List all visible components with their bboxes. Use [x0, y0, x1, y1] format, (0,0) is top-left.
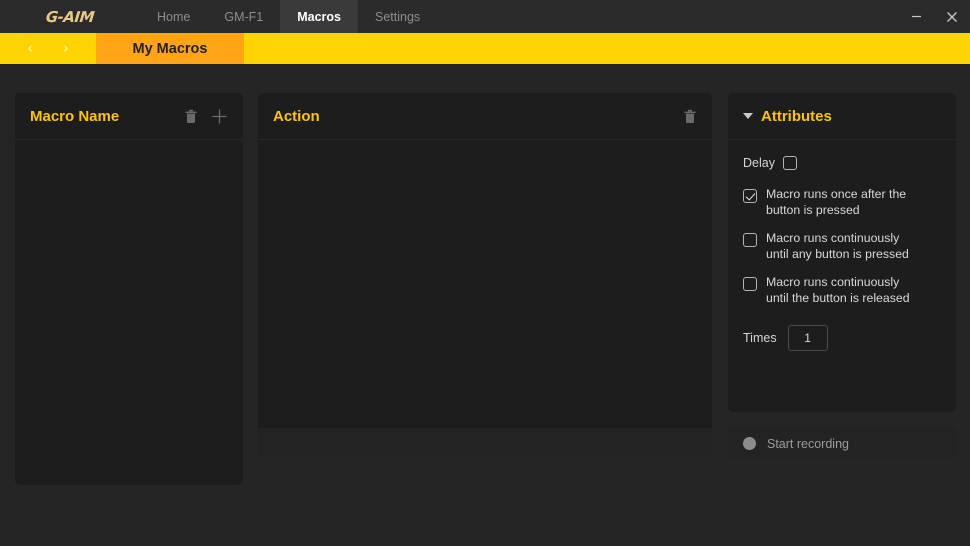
macro-name-header-actions [184, 108, 228, 125]
action-header-actions [683, 109, 697, 124]
close-button[interactable] [934, 0, 970, 33]
plus-icon[interactable] [211, 108, 228, 125]
action-panel: Action [258, 93, 712, 455]
times-row: Times [743, 325, 941, 351]
tab-settings[interactable]: Settings [358, 0, 437, 33]
window-controls [898, 0, 970, 33]
tab-macros[interactable]: Macros [280, 0, 359, 33]
delay-row: Delay [743, 156, 941, 170]
nav-arrows: ‹ › [0, 33, 96, 64]
title-bar: G-AIM Home GM-F1 Macros Settings [0, 0, 970, 33]
sub-nav-bar: ‹ › My Macros [0, 33, 970, 64]
subnav-tab-my-macros[interactable]: My Macros [96, 33, 244, 64]
attributes-title: Attributes [761, 107, 832, 125]
record-dot-icon [743, 437, 756, 450]
action-header: Action [258, 93, 712, 140]
option-run-once[interactable]: Macro runs once after the button is pres… [743, 187, 941, 218]
minimize-button[interactable] [898, 0, 934, 33]
delay-checkbox[interactable] [782, 156, 797, 170]
macro-name-title: Macro Name [30, 107, 120, 125]
start-recording-label: Start recording [767, 436, 849, 451]
action-title: Action [273, 107, 320, 125]
chevron-right-icon[interactable]: › [63, 41, 69, 56]
tab-home[interactable]: Home [140, 0, 207, 33]
option-run-once-checkbox[interactable] [743, 189, 757, 203]
main-nav-tabs: Home GM-F1 Macros Settings [140, 0, 437, 33]
tab-gm-f1[interactable]: GM-F1 [207, 0, 280, 33]
option-run-until-released-checkbox[interactable] [743, 277, 757, 291]
trash-icon[interactable] [683, 109, 697, 124]
option-run-until-any-button[interactable]: Macro runs continuously until any button… [743, 231, 941, 262]
chevron-left-icon[interactable]: ‹ [27, 41, 33, 56]
attributes-panel: Attributes Delay Macro runs once after t… [728, 93, 956, 412]
delay-label: Delay [743, 156, 775, 170]
action-footer-bar [258, 428, 712, 456]
option-run-once-label: Macro runs once after the button is pres… [766, 187, 907, 217]
times-label: Times [743, 331, 777, 345]
macro-name-header: Macro Name [15, 93, 243, 140]
app-logo: G-AIM [44, 7, 96, 26]
option-run-until-any-button-checkbox[interactable] [743, 233, 757, 247]
option-run-until-released[interactable]: Macro runs continuously until the button… [743, 275, 941, 306]
start-recording-button[interactable]: Start recording [728, 428, 956, 459]
attributes-body: Delay Macro runs once after the button i… [728, 140, 956, 351]
caret-down-icon[interactable] [743, 113, 753, 119]
times-input[interactable] [787, 325, 828, 351]
option-run-until-any-button-label: Macro runs continuously until any button… [766, 231, 909, 261]
trash-icon[interactable] [184, 109, 198, 124]
main-content: Macro Name Action Attributes Delay Macro… [0, 64, 970, 546]
attributes-header: Attributes [728, 93, 956, 140]
option-run-until-released-label: Macro runs continuously until the button… [766, 275, 910, 305]
macro-name-panel: Macro Name [15, 93, 243, 485]
